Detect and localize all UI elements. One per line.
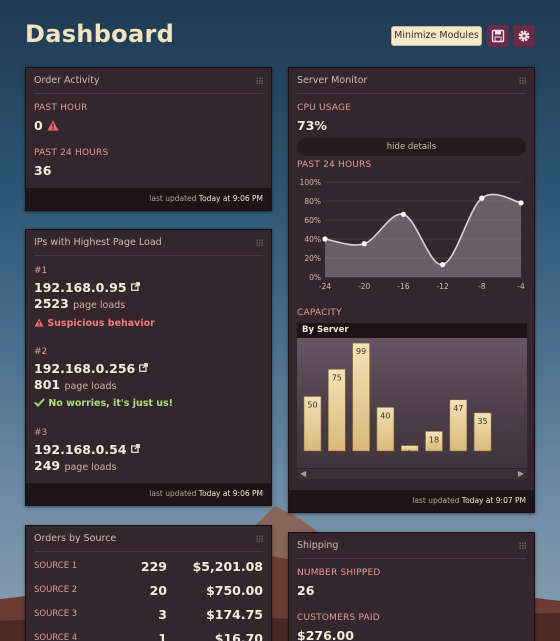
shipping-panel: Shipping NUMBER SHIPPED 26 CUSTOMERS PAI… bbox=[288, 532, 535, 641]
past-24-hours-label: PAST 24 HOURS bbox=[34, 148, 109, 158]
cpu-usage-value: 73% bbox=[297, 118, 327, 133]
panel-title: IPs with Highest Page Load bbox=[34, 237, 162, 248]
data-point bbox=[361, 241, 367, 247]
number-shipped-label: NUMBER SHIPPED bbox=[297, 568, 381, 578]
warning-icon bbox=[47, 120, 59, 131]
order-activity-panel: Order Activity PAST HOUR 0 PAST 24 HOURS… bbox=[25, 67, 272, 211]
bar-value-label: 99 bbox=[356, 347, 366, 356]
x-tick-label: -16 bbox=[397, 282, 409, 291]
status-ok: No worries, it's just us! bbox=[34, 398, 173, 409]
ip-address[interactable]: 192.168.0.95 bbox=[34, 280, 140, 295]
by-server-title: By Server bbox=[302, 325, 349, 335]
x-tick-label: -12 bbox=[436, 282, 448, 291]
save-icon bbox=[491, 29, 505, 43]
panel-title: Shipping bbox=[297, 540, 339, 551]
cpu-usage-chart: 0% 20% 40% 60% 80% 100% -24 -20 -16 -12 -8 -4 bbox=[300, 178, 525, 291]
data-point bbox=[322, 236, 328, 242]
series-area bbox=[325, 194, 521, 277]
table-row: SOURCE 3 3 $174.75 bbox=[34, 607, 263, 622]
bar-value-label: 18 bbox=[429, 435, 439, 444]
x-tick-label: -4 bbox=[517, 282, 525, 291]
ip-rank: #1 bbox=[34, 266, 48, 276]
panel-header: Server Monitor bbox=[297, 68, 526, 94]
cpu-usage-label: CPU USAGE bbox=[297, 103, 352, 113]
check-icon bbox=[34, 398, 45, 407]
panel-title: Orders by Source bbox=[34, 533, 117, 544]
panel-title: Server Monitor bbox=[297, 75, 368, 86]
external-link-icon[interactable] bbox=[130, 282, 140, 291]
y-tick-label: 40% bbox=[304, 235, 321, 244]
last-updated: last updated Today at 9:07 PM bbox=[289, 490, 534, 512]
page-loads: 2523 page loads bbox=[34, 296, 126, 311]
last-updated: last updated Today at 9:06 PM bbox=[26, 483, 271, 505]
drag-handle-icon[interactable] bbox=[256, 239, 263, 247]
table-row: SOURCE 4 1 $16.70 bbox=[34, 631, 263, 641]
drag-handle-icon[interactable] bbox=[519, 542, 526, 550]
customers-paid-label: CUSTOMERS PAID bbox=[297, 613, 380, 623]
capacity-chart-header: By Server bbox=[297, 323, 527, 338]
y-tick-label: 20% bbox=[304, 254, 321, 263]
settings-button[interactable] bbox=[513, 25, 535, 47]
table-row: SOURCE 1 229 $5,201.08 bbox=[34, 559, 263, 574]
past-24-hours-label: PAST 24 HOURS bbox=[297, 160, 372, 170]
past-hour-value: 0 bbox=[34, 118, 59, 133]
scroll-right-icon[interactable]: ▶ bbox=[518, 469, 524, 478]
panel-header: Orders by Source bbox=[34, 526, 263, 552]
x-tick-label: -8 bbox=[478, 282, 486, 291]
bar-value-label: 40 bbox=[380, 411, 390, 420]
y-tick-label: 100% bbox=[300, 178, 321, 187]
chart-scrollbar[interactable]: ◀ ▶ bbox=[297, 468, 527, 479]
data-point bbox=[518, 200, 524, 206]
bar-value-label: 75 bbox=[332, 373, 342, 382]
status-suspicious: Suspicious behavior bbox=[34, 318, 155, 329]
gear-icon bbox=[518, 30, 530, 42]
panel-header: Shipping bbox=[297, 533, 526, 559]
orders-by-source-panel: Orders by Source SOURCE 1 229 $5,201.08 … bbox=[25, 525, 272, 641]
drag-handle-icon[interactable] bbox=[256, 535, 263, 543]
past-24-hours-value: 36 bbox=[34, 163, 52, 178]
hide-details-button[interactable]: hide details bbox=[297, 138, 526, 156]
x-tick-label: -20 bbox=[358, 282, 370, 291]
ip-rank: #3 bbox=[34, 428, 48, 438]
page-title: Dashboard bbox=[25, 20, 175, 48]
ip-address[interactable]: 192.168.0.256 bbox=[34, 361, 149, 376]
bar-value-label: 5 bbox=[407, 450, 412, 459]
ips-panel: IPs with Highest Page Load #1 192.168.0.… bbox=[25, 229, 272, 506]
capacity-bar-chart: 50 75 99 40 5 18 47 35 bbox=[303, 342, 492, 459]
panel-header: Order Activity bbox=[34, 68, 263, 94]
minimize-modules-button[interactable]: Minimize Modules bbox=[391, 26, 482, 46]
number-shipped-value: 26 bbox=[297, 583, 315, 598]
scroll-left-icon[interactable]: ◀ bbox=[300, 469, 306, 478]
y-tick-label: 80% bbox=[304, 197, 321, 206]
page-loads: 249 page loads bbox=[34, 458, 117, 473]
external-link-icon[interactable] bbox=[139, 363, 149, 372]
panel-header: IPs with Highest Page Load bbox=[34, 230, 263, 256]
capacity-label: CAPACITY bbox=[297, 308, 342, 318]
drag-handle-icon[interactable] bbox=[256, 77, 263, 85]
past-hour-label: PAST HOUR bbox=[34, 103, 88, 113]
data-point bbox=[479, 195, 485, 201]
data-point bbox=[440, 262, 446, 268]
bar-value-label: 47 bbox=[453, 404, 463, 413]
save-button[interactable] bbox=[487, 25, 509, 47]
last-updated: last updated Today at 9:06 PM bbox=[26, 188, 271, 210]
data-point bbox=[400, 211, 406, 217]
capacity-chart-frame: By Server 50 75 99 40 5 18 47 35 ◀ ▶ bbox=[297, 323, 527, 479]
panel-title: Order Activity bbox=[34, 75, 100, 86]
page-loads: 801 page loads bbox=[34, 377, 117, 392]
customers-paid-value: $276.00 bbox=[297, 628, 354, 641]
drag-handle-icon[interactable] bbox=[519, 77, 526, 85]
warning-icon bbox=[34, 318, 44, 327]
bar-value-label: 35 bbox=[478, 417, 488, 426]
ip-rank: #2 bbox=[34, 347, 48, 357]
bar-value-label: 50 bbox=[307, 401, 317, 410]
external-link-icon[interactable] bbox=[130, 444, 140, 453]
ip-address[interactable]: 192.168.0.54 bbox=[34, 442, 140, 457]
x-tick-label: -24 bbox=[319, 282, 331, 291]
server-monitor-panel: Server Monitor CPU USAGE 73% hide detail… bbox=[288, 67, 535, 513]
y-tick-label: 0% bbox=[309, 273, 321, 282]
bar bbox=[352, 342, 370, 452]
table-row: SOURCE 2 20 $750.00 bbox=[34, 583, 263, 598]
y-tick-label: 60% bbox=[304, 216, 321, 225]
